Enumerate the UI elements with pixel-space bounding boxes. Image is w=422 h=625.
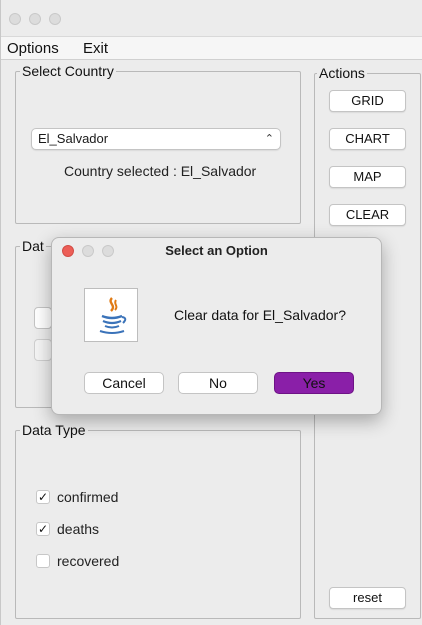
dialog-yes-button[interactable]: Yes <box>274 372 354 394</box>
dialog-no-button[interactable]: No <box>178 372 258 394</box>
dialog-minimize-icon <box>82 245 94 257</box>
clear-button[interactable]: CLEAR <box>329 204 406 226</box>
deaths-label: deaths <box>57 521 100 537</box>
confirm-dialog: Select an Option Clear data for El_Salva… <box>51 237 382 415</box>
country-selected-text: Country selected : El_Salvador <box>64 163 257 179</box>
recovered-checkbox[interactable] <box>36 554 50 568</box>
select-country-title: Select Country <box>20 63 116 79</box>
hidden-control-2[interactable] <box>34 339 52 361</box>
country-select-value: El_Salvador <box>38 131 109 146</box>
menu-exit[interactable]: Exit <box>83 40 108 57</box>
dialog-message: Clear data for El_Salvador? <box>174 307 346 323</box>
dialog-cancel-button[interactable]: Cancel <box>84 372 164 394</box>
confirmed-checkbox[interactable]: ✓ <box>36 490 50 504</box>
confirmed-label: confirmed <box>57 489 119 505</box>
reset-button[interactable]: reset <box>329 587 406 609</box>
java-cup-icon <box>84 288 138 342</box>
country-select[interactable]: El_Salvador ⌃ <box>31 128 281 150</box>
data-type-title: Data Type <box>20 422 88 438</box>
grid-button[interactable]: GRID <box>329 90 406 112</box>
minimize-window-icon[interactable] <box>29 13 41 25</box>
menu-options[interactable]: Options <box>7 40 59 57</box>
recovered-label: recovered <box>57 553 120 569</box>
actions-title: Actions <box>317 65 367 81</box>
title-bar <box>1 0 422 36</box>
map-button[interactable]: MAP <box>329 166 406 188</box>
dialog-close-icon[interactable] <box>62 245 74 257</box>
zoom-window-icon[interactable] <box>49 13 61 25</box>
menu-bar: Options Exit <box>1 36 422 60</box>
data-panel-title: Dat <box>20 238 46 254</box>
app-window: Options Exit Select Country El_Salvador … <box>0 0 422 625</box>
chart-button[interactable]: CHART <box>329 128 406 150</box>
deaths-checkbox[interactable]: ✓ <box>36 522 50 536</box>
dialog-zoom-icon <box>102 245 114 257</box>
close-window-icon[interactable] <box>9 13 21 25</box>
hidden-control-1[interactable] <box>34 307 52 329</box>
chevron-updown-icon: ⌃ <box>264 133 274 145</box>
